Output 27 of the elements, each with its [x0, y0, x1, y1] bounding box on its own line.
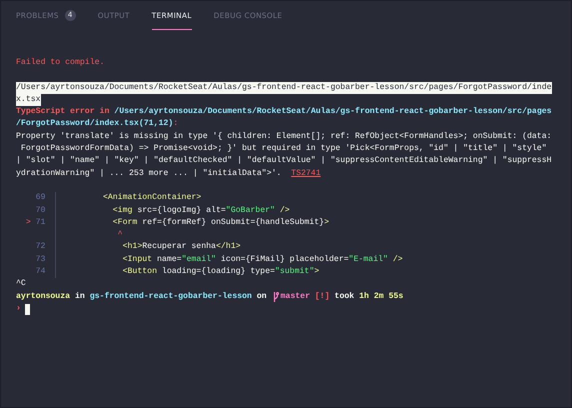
terminal-line: /ForgotPassword/index.tsx(71,12):: [16, 118, 178, 130]
line-number: 71: [36, 218, 46, 227]
terminal-line: ydrationWarning" | ... 253 more ... | "initialData">'. TS2741: [16, 168, 321, 180]
line-number: 73: [36, 254, 46, 264]
prompt-text: ayrtonsouza in gs-frontend-react-gobarber-lesson on: [16, 290, 268, 303]
terminal-line: Failed to compile.: [16, 57, 104, 69]
code-line: <img src={logoImg} alt="GoBarber" />: [112, 204, 290, 217]
terminal-line: ForgotPasswordFormData) => Promise<void>; }' but required in type 'Pick<FormProps, "id" | "title" | "style": [20, 143, 547, 156]
code-line: ^: [116, 229, 123, 242]
code-line: <Form ref={formRef} onSubmit={handleSubmit}>: [112, 216, 329, 229]
line-number: 69: [36, 193, 46, 202]
code-line: <h1>Recuperar senha</h1>: [122, 241, 241, 254]
terminal-line: ^C: [16, 278, 26, 290]
line-number: 70: [36, 206, 46, 215]
code-line: <AnimationContainer>: [102, 192, 202, 204]
terminal-line: Property 'translate' is missing in type '{ children: Element[]; ref: RefObject<FormHandles>; onSubmit: (data:: [16, 130, 552, 143]
error-marker: >: [26, 218, 31, 227]
code-line: <Input name="email" icon={FiMail} placeholder="E-mail" />: [122, 254, 403, 266]
prompt-text: master [!] took 1h 2m 55s: [280, 290, 404, 303]
terminal-line: | "slot" | "name" | "key" | "defaultChecked" | "defaultValue" | "suppressContentEditableWarning" | "suppressH: [16, 155, 552, 168]
code-line: <Button loading={loading} type="submit">: [122, 266, 320, 278]
prompt-symbol: ›: [16, 302, 21, 315]
git-branch-icon: [272, 292, 278, 302]
terminal-line: TypeScript error in /Users/ayrtonsouza/Documents/RocketSeat/Aulas/gs-frontend-react-gobarber-lesson/src/pages: [16, 106, 552, 118]
line-number: 72: [36, 242, 46, 252]
line-number: 74: [36, 267, 46, 276]
text-cursor[interactable]: [24, 304, 30, 315]
